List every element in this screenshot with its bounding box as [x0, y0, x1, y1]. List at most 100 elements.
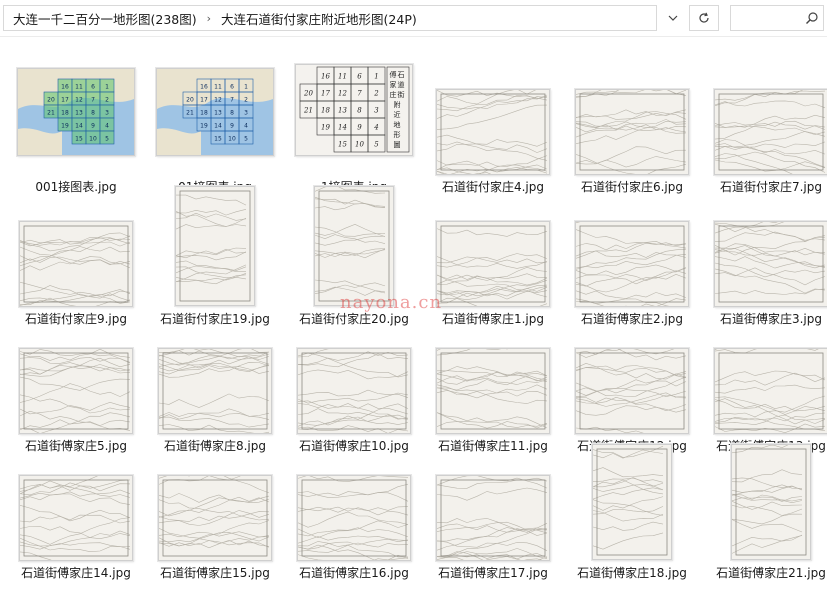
svg-text:20: 20: [186, 97, 194, 104]
svg-text:12: 12: [75, 97, 83, 104]
svg-text:6: 6: [230, 84, 234, 91]
file-thumbnail: [297, 348, 411, 434]
file-item[interactable]: 石道街傅家庄21.jpg: [702, 442, 827, 584]
svg-text:9: 9: [230, 123, 234, 130]
file-item[interactable]: 石道街傅家庄10.jpg: [285, 323, 423, 457]
refresh-icon: [699, 12, 709, 23]
svg-text:16: 16: [321, 73, 330, 81]
file-name-label: 石道街傅家庄15.jpg: [160, 566, 270, 580]
svg-text:5: 5: [244, 136, 248, 143]
svg-text:2: 2: [373, 90, 379, 98]
svg-text:11: 11: [214, 84, 222, 91]
svg-text:8: 8: [91, 110, 95, 117]
breadcrumb-current-folder[interactable]: 大连石道街付家庄附近地形图(24P): [218, 9, 420, 28]
file-name-label: 石道街傅家庄18.jpg: [577, 566, 687, 580]
svg-text:街: 街: [398, 90, 405, 99]
breadcrumb-parent-folder[interactable]: 大连一千二百分一地形图(238图): [10, 9, 200, 28]
svg-text:地: 地: [394, 120, 401, 129]
file-item[interactable]: 16116120171272211813831914941510501接图表.j…: [146, 52, 284, 198]
refresh-button[interactable]: [689, 5, 719, 31]
file-item[interactable]: 石道街傅家庄18.jpg: [563, 442, 701, 584]
svg-text:近: 近: [394, 110, 401, 119]
svg-text:18: 18: [321, 107, 330, 115]
file-thumbnail: [575, 348, 689, 434]
file-thumbnail: [19, 348, 133, 434]
file-item[interactable]: 石道街傅家庄12.jpg: [563, 323, 701, 457]
file-item[interactable]: 石道街傅家庄16.jpg: [285, 442, 423, 584]
file-item[interactable]: 石道街付家庄6.jpg: [563, 52, 701, 198]
file-grid: 16 11 6 1 20 17 12 7 2 21 18 13 8 3 19 14 9 4 15 10 5 001接图表.…: [0, 36, 827, 604]
svg-text:19: 19: [321, 124, 330, 132]
svg-text:10: 10: [89, 136, 97, 143]
file-name-label: 石道街傅家庄16.jpg: [299, 566, 409, 580]
file-item[interactable]: 石道街傅家庄11.jpg: [424, 323, 562, 457]
svg-text:附: 附: [394, 100, 401, 109]
file-thumbnail: [575, 89, 689, 175]
file-item[interactable]: 石道街付家庄20.jpg: [285, 184, 423, 330]
svg-text:21: 21: [47, 110, 55, 117]
svg-text:9: 9: [357, 124, 362, 132]
file-item[interactable]: 石道街付家庄19.jpg: [146, 184, 284, 330]
address-history-button[interactable]: [661, 5, 685, 31]
svg-text:3: 3: [244, 110, 248, 117]
file-thumbnail: [436, 89, 550, 175]
svg-text:14: 14: [214, 123, 222, 130]
file-thumbnail: [297, 475, 411, 561]
svg-text:7: 7: [230, 97, 234, 104]
svg-text:圖: 圖: [394, 141, 401, 149]
file-item[interactable]: 石道街傅家庄13.jpg: [702, 323, 827, 457]
svg-text:19: 19: [61, 123, 69, 130]
file-item[interactable]: 石道街傅家庄14.jpg: [7, 442, 145, 584]
svg-text:12: 12: [338, 90, 347, 98]
svg-text:12: 12: [214, 97, 222, 104]
breadcrumb-separator-icon: ›: [206, 11, 212, 25]
svg-text:15: 15: [214, 136, 222, 143]
svg-text:傅: 傅: [390, 70, 397, 79]
svg-text:13: 13: [338, 107, 347, 115]
svg-text:18: 18: [61, 110, 69, 117]
file-item[interactable]: 石道街傅家庄17.jpg: [424, 442, 562, 584]
file-item[interactable]: 石道街付家庄7.jpg: [702, 52, 827, 198]
svg-text:道: 道: [398, 80, 405, 89]
file-thumbnail: [314, 186, 394, 306]
file-thumbnail: [731, 444, 811, 560]
file-thumbnail: [436, 348, 550, 434]
search-input[interactable]: [735, 9, 805, 29]
file-item[interactable]: 石道街傅家庄2.jpg: [563, 184, 701, 330]
file-item[interactable]: 石道街傅家庄15.jpg: [146, 442, 284, 584]
file-item[interactable]: 石道街傅家庄8.jpg: [146, 323, 284, 457]
svg-text:4: 4: [105, 123, 109, 130]
file-thumbnail: [714, 348, 827, 434]
svg-text:15: 15: [75, 136, 83, 143]
svg-text:14: 14: [75, 123, 83, 130]
file-thumbnail: [575, 221, 689, 307]
svg-text:8: 8: [357, 107, 362, 115]
file-item[interactable]: 石道街付家庄4.jpg: [424, 52, 562, 198]
file-name-label: 石道街傅家庄17.jpg: [438, 566, 548, 580]
file-item[interactable]: 16 11 6 1 20 17 12 7 2 21 18 13 8 3 19 14 9 4 15 10 5 001接图表.…: [7, 52, 145, 198]
file-item[interactable]: 石道街傅家庄5.jpg: [7, 323, 145, 457]
svg-text:20: 20: [47, 97, 55, 104]
svg-text:21: 21: [303, 107, 313, 115]
svg-text:8: 8: [230, 110, 234, 117]
svg-text:16: 16: [200, 84, 208, 91]
search-box[interactable]: [730, 5, 824, 31]
file-thumbnail: [714, 89, 827, 175]
file-item[interactable]: 石道街付家庄9.jpg: [7, 184, 145, 330]
chevron-down-icon: [668, 15, 678, 21]
svg-text:9: 9: [91, 123, 95, 130]
file-thumbnail: [19, 475, 133, 561]
svg-text:4: 4: [244, 123, 248, 130]
svg-text:6: 6: [91, 84, 95, 91]
file-item[interactable]: 石道街傅家庄3.jpg: [702, 184, 827, 330]
search-icon: [806, 12, 818, 24]
explorer-toolbar: 大连一千二百分一地形图(238图) › 大连石道街付家庄附近地形图(24P): [0, 0, 827, 37]
file-item[interactable]: 石道街傅家庄1.jpg: [424, 184, 562, 330]
svg-text:1: 1: [374, 73, 378, 81]
svg-text:家: 家: [390, 80, 397, 89]
file-thumbnail: [19, 221, 133, 307]
svg-text:11: 11: [75, 84, 83, 91]
svg-text:14: 14: [338, 124, 347, 132]
address-bar[interactable]: 大连一千二百分一地形图(238图) › 大连石道街付家庄附近地形图(24P): [3, 5, 657, 31]
file-item[interactable]: 16 11 6 1 20 17 12 7 2 21 18 13 8 3 19 14 9 4 15 10 5 石道街 傅家庄附…: [285, 52, 423, 198]
